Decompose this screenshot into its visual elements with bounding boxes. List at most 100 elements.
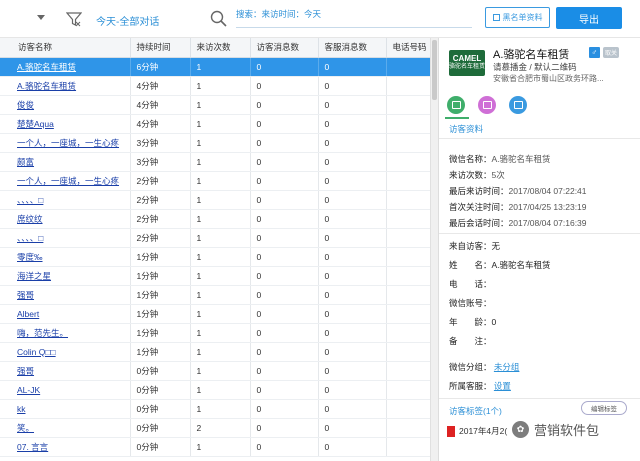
table-cell [386,380,430,400]
blacklist-label: 黑名单资料 [502,13,543,22]
info-label: 微信名称： [449,154,492,164]
tab-history-icon[interactable] [478,96,496,114]
scrollbar-thumb[interactable] [432,40,437,100]
visitor-name-link[interactable]: 席纹纹 [0,209,131,229]
table-row[interactable]: 海洋之星 1分钟 1 0 0 [0,266,430,286]
detail-value[interactable]: 0 [492,317,497,327]
visitor-table: 访客名称 持续时间 来访次数 访客消息数 客服消息数 电话号码 A.骆驼名车租赁 6分钟 1 0… [0,38,430,461]
visitor-name: A.骆驼名车租赁 [493,49,570,61]
watermark: ✿ 营销软件包 [512,420,599,439]
chevron-down-icon[interactable] [37,15,45,20]
visitor-name-link[interactable]: AL-JK [0,380,131,400]
visitor-name-link[interactable]: 楚楚Aqua [0,114,131,134]
table-row[interactable]: AL-JK 0分钟 1 0 0 [0,380,430,400]
visitor-name-link[interactable]: 海洋之星 [0,266,131,286]
toolbar: 今天-全部对话 搜索：来访时间：今天 黑名单资料 导出 [0,0,640,38]
visitor-name-link[interactable]: 笑。 [0,418,131,438]
wechat-group-link[interactable]: 未分组 [494,362,520,372]
info-row: 最后来访时间：2017/08/04 07:22:41 [449,185,587,197]
table-row[interactable]: 强哥 1分钟 1 0 0 [0,285,430,305]
table-row[interactable]: Albert 1分钟 1 0 0 [0,304,430,324]
visitor-avatar: CAMEL 骆驼名车租赁 [449,50,485,76]
visitor-name-link[interactable]: Colin Q□□ [0,342,131,362]
detail-row: 姓 名：A.骆驼名车租赁 [449,259,551,271]
filter-text[interactable]: 今天-全部对话 [96,13,159,28]
export-button[interactable]: 导出 [556,7,622,29]
detail-label: 姓 名： [449,260,492,270]
table-row[interactable]: 强哥 0分钟 1 0 0 [0,361,430,381]
tab-message-icon[interactable] [509,96,527,114]
edit-tags-button[interactable]: 编辑标签 [581,401,627,415]
table-row[interactable]: 嗨，范先生。 1分钟 1 0 0 [0,323,430,343]
tag-entry: 2017年4月2( [447,425,507,437]
info-value: 2017/08/04 07:22:41 [508,186,587,196]
table-row[interactable]: 席纹纹 2分钟 1 0 0 [0,209,430,229]
visitor-name-link[interactable]: Albert [0,304,131,324]
visitor-name-link[interactable]: 、、、、□ [0,228,131,248]
table-row[interactable]: 零度‰ 1分钟 1 0 0 [0,247,430,267]
table-cell: 0 [250,304,319,324]
visitor-name-link[interactable]: 强哥 [0,361,131,381]
table-cell [386,418,430,438]
table-row[interactable]: 、、、、□ 2分钟 1 0 0 [0,190,430,210]
visitor-name-link[interactable]: 一个人，一座城，一生心疼 [0,133,131,153]
detail-value[interactable]: 无 [492,241,501,251]
table-row[interactable]: 俊俊 4分钟 1 0 0 [0,95,430,115]
detail-label: 备 注： [449,336,492,346]
table-row[interactable]: A.骆驼名车租赁 6分钟 1 0 0 [0,57,430,77]
table-cell: 0 [318,323,387,343]
table-row[interactable]: kk 0分钟 1 0 0 [0,399,430,419]
table-row[interactable]: 一个人，一座城，一生心疼 2分钟 1 0 0 [0,171,430,191]
table-cell: 1 [190,57,251,77]
table-cell: 1分钟 [130,247,191,267]
tab-profile-icon[interactable] [447,96,465,114]
table-row[interactable]: 楚楚Aqua 4分钟 1 0 0 [0,114,430,134]
visitor-name-link[interactable]: 、、、、□ [0,190,131,210]
table-row[interactable]: Colin Q□□ 1分钟 1 0 0 [0,342,430,362]
visitor-name-link[interactable]: 07. 言言 [0,437,131,457]
column-header[interactable]: 客服消息数 [318,38,387,58]
blacklist-button[interactable]: 黑名单资料 [485,7,550,28]
info-value: 5次 [491,170,505,180]
table-cell: 0 [318,171,387,191]
table-row[interactable]: 、、、、□ 2分钟 1 0 0 [0,228,430,248]
visitor-name-link[interactable]: A.骆驼名车租赁 [0,57,131,77]
visitor-name-link[interactable]: 嗨，范先生。 [0,323,131,343]
visitor-name-link[interactable]: 零度‰ [0,247,131,267]
detail-value[interactable]: A.骆驼名车租赁 [492,260,551,270]
search-icon[interactable] [210,10,227,27]
table-row[interactable]: 一个人，一座城，一生心疼 3分钟 1 0 0 [0,133,430,153]
table-row[interactable]: 颇富 3分钟 1 0 0 [0,152,430,172]
table-cell [386,361,430,381]
info-row: 来访次数：5次 [449,169,505,181]
table-row[interactable]: 笑。 0分钟 2 0 0 [0,418,430,438]
table-row[interactable]: A.骆驼名车租赁 4分钟 1 0 0 [0,76,430,96]
table-cell: 6分钟 [130,57,191,77]
visitor-name-link[interactable]: 颇富 [0,152,131,172]
table-cell: 0 [318,190,387,210]
column-header[interactable]: 电话号码 [386,38,430,58]
search-text[interactable]: 搜索：来访时间：今天 [236,8,321,20]
table-cell: 1 [190,152,251,172]
table-cell: 0 [318,209,387,229]
table-cell: 0 [250,285,319,305]
visitor-name-link[interactable]: 俊俊 [0,95,131,115]
column-header[interactable]: 来访次数 [190,38,251,58]
visitor-name-link[interactable]: A.骆驼名车租赁 [0,76,131,96]
detail-label: 年 龄： [449,317,492,327]
filter-icon[interactable] [66,11,82,27]
wechat-group-row: 微信分组： 未分组 [449,361,519,373]
column-header[interactable]: 访客消息数 [250,38,319,58]
divider [439,233,640,234]
visitor-name-link[interactable]: 强哥 [0,285,131,305]
watermark-text: 营销软件包 [534,423,600,438]
visitor-name-link[interactable]: kk [0,399,131,419]
visitor-name-link[interactable]: 一个人，一座城，一生心疼 [0,171,131,191]
table-row[interactable]: 07. 言言 0分钟 1 0 0 [0,437,430,457]
agent-label: 所属客服： [449,381,492,391]
agent-setting-link[interactable]: 设置 [494,381,511,391]
table-cell: 0 [250,418,319,438]
column-header[interactable]: 持续时间 [130,38,191,58]
table-scrollbar[interactable] [430,38,438,461]
column-header[interactable]: 访客名称 [0,38,131,58]
